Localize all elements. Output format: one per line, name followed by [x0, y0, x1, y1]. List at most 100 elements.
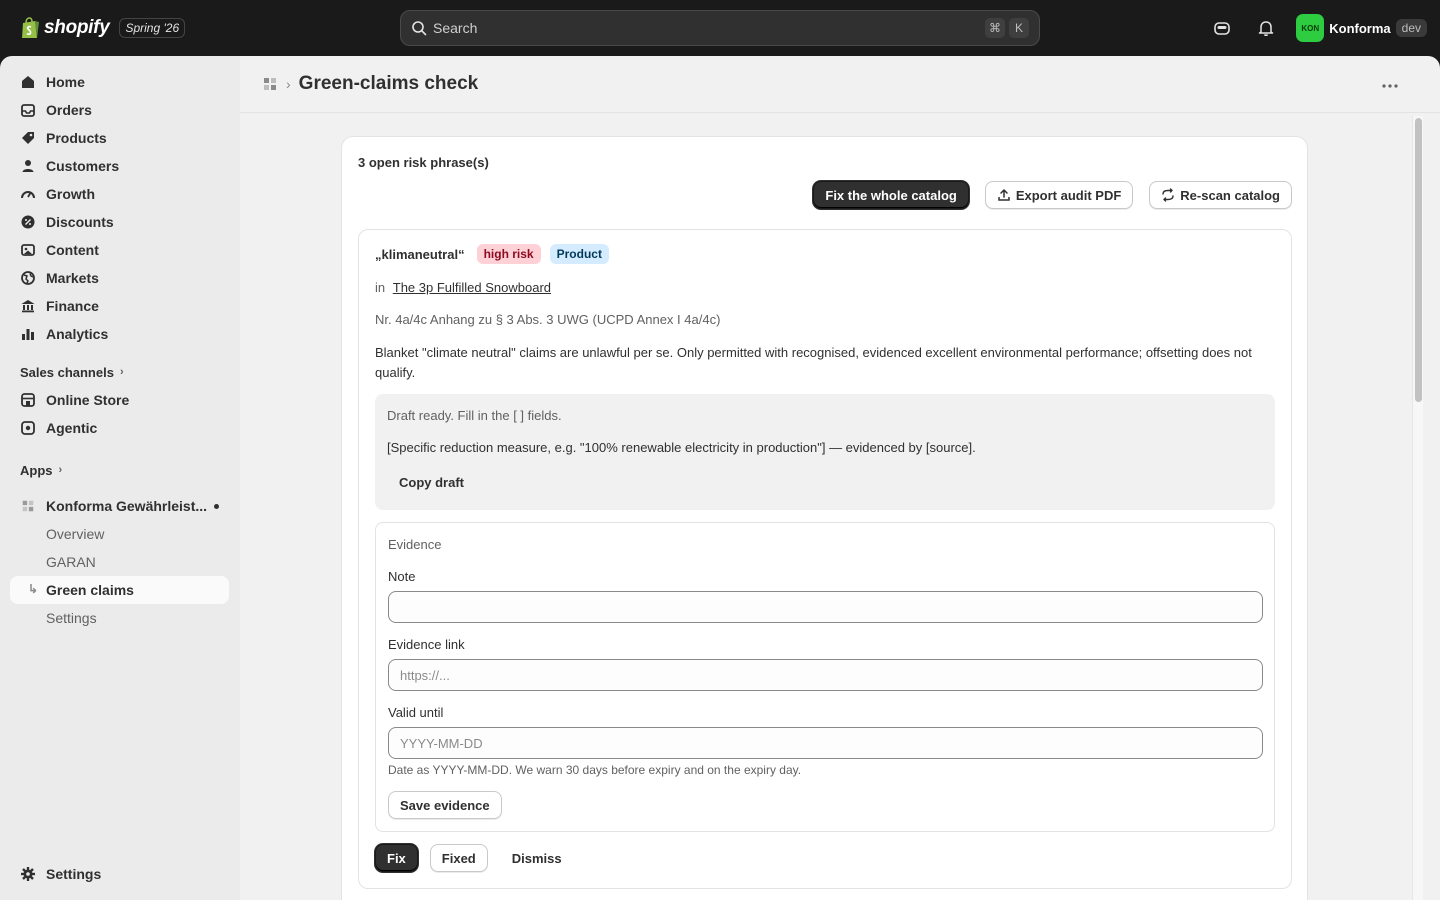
sidebar-item-label: Customers — [46, 158, 120, 174]
apps-header[interactable]: Apps › — [10, 456, 229, 484]
inbox-icon — [20, 102, 36, 118]
sidebar-item-orders[interactable]: Orders — [10, 96, 229, 124]
date-help-text: Date as YYYY-MM-DD. We warn 30 days befo… — [388, 763, 802, 777]
store-menu[interactable]: KON Konforma dev — [1296, 14, 1427, 42]
sidebar-subitem-green-claims[interactable]: ↳ Green claims — [10, 576, 229, 604]
refresh-icon — [1162, 188, 1174, 202]
valid-until-field[interactable] — [388, 727, 1263, 759]
sidebar-item-discounts[interactable]: Discounts — [10, 208, 229, 236]
sidebar-nav: Home Orders Products Customers Growth Di… — [10, 68, 229, 632]
vertical-scrollbar[interactable] — [1412, 116, 1423, 900]
phrase-actions: Fix Fixed Dismiss — [375, 844, 574, 872]
export-label: Export audit PDF — [1015, 187, 1122, 203]
risk-phrase: „klimaneutral“ — [375, 246, 465, 262]
apps-label: Apps — [20, 462, 53, 478]
evidence-section: Evidence Note Evidence link Valid until … — [375, 522, 1275, 832]
phrase-location: in The 3p Fulfilled Snowboard — [375, 280, 551, 295]
sidebar-item-home[interactable]: Home — [10, 68, 229, 96]
tree-branch-icon: ↳ — [28, 582, 39, 596]
sidebar-footer: Settings — [10, 860, 229, 888]
fix-whole-catalog-button[interactable]: Fix the whole catalog — [813, 181, 969, 209]
save-evidence-button[interactable]: Save evidence — [388, 791, 502, 819]
rescan-catalog-button[interactable]: Re-scan catalog — [1149, 181, 1292, 209]
home-icon — [20, 74, 36, 90]
sidebar-item-label: Finance — [46, 298, 99, 314]
store-icon — [20, 392, 36, 408]
top-bar: shopify Spring '26 Search ⌘ K KON Konfor… — [0, 0, 1440, 56]
edition-badge[interactable]: Spring '26 — [119, 18, 186, 38]
sales-channels-label: Sales channels — [20, 364, 114, 380]
gauge-icon — [20, 186, 36, 202]
sidebar-subitem-settings[interactable]: Settings — [10, 604, 229, 632]
valid-until-label: Valid until — [388, 705, 444, 720]
tag-icon — [20, 130, 36, 146]
command-key: ⌘ — [985, 18, 1005, 38]
notifications-button[interactable] — [1250, 12, 1282, 44]
sidebar: Home Orders Products Customers Growth Di… — [0, 56, 240, 900]
fix-button[interactable]: Fix — [375, 844, 418, 872]
search-placeholder: Search — [433, 20, 478, 36]
app-name: Konforma Gewährleist... — [46, 498, 208, 514]
upload-icon — [998, 188, 1010, 201]
mark-fixed-button[interactable]: Fixed — [429, 844, 488, 872]
page-title: Green-claims check — [298, 73, 479, 94]
search-icon — [412, 21, 427, 36]
bank-icon — [20, 298, 36, 314]
more-actions-icon[interactable] — [1380, 76, 1400, 96]
breadcrumb-chevron-icon: › — [286, 76, 291, 92]
legal-reference: Nr. 4a/4c Anhang zu § 3 Abs. 3 UWG (UCPD… — [375, 312, 721, 327]
resource-type-badge: Product — [549, 244, 609, 264]
app-pin-dot[interactable] — [214, 503, 219, 509]
phrase-header: „klimaneutral“ high risk Product — [375, 244, 609, 264]
shopify-logo[interactable]: shopify Spring '26 — [20, 15, 186, 41]
sales-channels-header[interactable]: Sales channels › — [10, 358, 229, 386]
evidence-title: Evidence — [388, 537, 442, 552]
phrase-description: Blanket "climate neutral" claims are unl… — [375, 345, 1252, 380]
sidebar-item-online-store[interactable]: Online Store — [10, 386, 229, 414]
top-right-controls: KON Konforma dev — [1206, 0, 1440, 56]
sidebar-subitem-garan[interactable]: GARAN — [10, 548, 229, 576]
store-avatar: KON — [1296, 14, 1325, 42]
app-konforma[interactable]: Konforma Gewährleist... — [10, 492, 229, 520]
sidekick-button[interactable] — [1206, 12, 1238, 44]
draft-box: Draft ready. Fill in the [ ] fields. [Sp… — [375, 394, 1275, 510]
sidebar-item-analytics[interactable]: Analytics — [10, 320, 229, 348]
copy-draft-button[interactable]: Copy draft — [387, 468, 476, 496]
app-icon — [20, 498, 36, 514]
brand-wordmark: shopify — [44, 17, 110, 38]
search-bar[interactable]: Search ⌘ K — [400, 10, 1040, 46]
dismiss-button[interactable]: Dismiss — [500, 844, 574, 872]
person-icon — [20, 158, 36, 174]
sidebar-subitem-label: Green claims — [46, 582, 134, 598]
sidebar-item-label: Online Store — [46, 392, 130, 408]
sidebar-item-label: Orders — [46, 102, 92, 118]
k-key: K — [1009, 18, 1029, 38]
bar-chart-icon — [20, 326, 36, 342]
sidebar-item-markets[interactable]: Markets — [10, 264, 229, 292]
sidebar-item-customers[interactable]: Customers — [10, 152, 229, 180]
evidence-link-field[interactable] — [388, 659, 1263, 691]
sidebar-item-products[interactable]: Products — [10, 124, 229, 152]
sidebar-item-label: Discounts — [46, 214, 114, 230]
note-field[interactable] — [388, 591, 1263, 623]
sidebar-item-settings[interactable]: Settings — [10, 860, 229, 888]
sidebar-item-label: Content — [46, 242, 99, 258]
chevron-right-icon: › — [119, 366, 124, 378]
sidebar-item-agentic[interactable]: Agentic — [10, 414, 229, 442]
scrollbar-thumb[interactable] — [1415, 118, 1422, 402]
draft-status: Draft ready. Fill in the [ ] fields. — [387, 408, 562, 423]
app-breadcrumb-icon[interactable] — [262, 76, 278, 92]
sidebar-subitem-overview[interactable]: Overview — [10, 520, 229, 548]
sidebar-item-growth[interactable]: Growth — [10, 180, 229, 208]
sidebar-item-content[interactable]: Content — [10, 236, 229, 264]
risk-phrases-card: 3 open risk phrase(s) Fix the whole cata… — [341, 136, 1308, 900]
sidebar-item-label: Markets — [46, 270, 99, 286]
product-link[interactable]: The 3p Fulfilled Snowboard — [393, 280, 551, 295]
sidebar-item-label: Analytics — [46, 326, 109, 342]
gear-icon — [20, 866, 36, 882]
chevron-right-icon: › — [58, 464, 63, 476]
export-audit-pdf-button[interactable]: Export audit PDF — [984, 181, 1134, 209]
risk-phrase-item: „klimaneutral“ high risk Product in The … — [358, 229, 1292, 889]
search-shortcut: ⌘ K — [985, 18, 1029, 38]
sidebar-item-finance[interactable]: Finance — [10, 292, 229, 320]
